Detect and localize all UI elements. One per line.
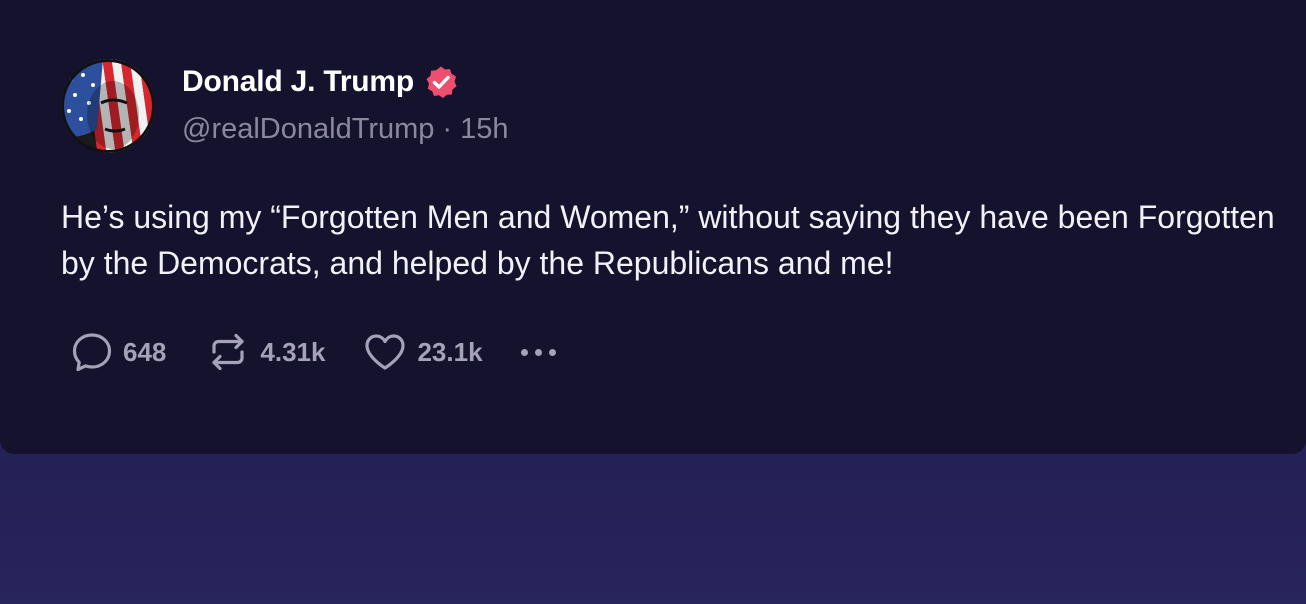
author-row: Donald J. Trump	[182, 62, 458, 102]
more-dot	[548, 348, 556, 356]
reply-button[interactable]: 648	[71, 331, 166, 373]
heart-icon	[363, 330, 407, 374]
post-card: Donald J. Trump @realDonaldTrump · 15h H…	[0, 0, 1306, 454]
like-button[interactable]: 23.1k	[363, 330, 483, 374]
more-dots-icon[interactable]	[520, 332, 556, 372]
action-bar: 648 4.31k 23.1k	[71, 330, 556, 374]
repost-count: 4.31k	[260, 336, 326, 367]
repost-button[interactable]: 4.31k	[206, 330, 325, 374]
author-handle[interactable]: @realDonaldTrump	[182, 113, 434, 146]
post-text: He’s using my “Forgotten Men and Women,”…	[61, 199, 1275, 281]
verified-badge-icon	[424, 65, 458, 99]
more-dot	[534, 348, 542, 356]
repost-arrows-icon	[206, 330, 250, 374]
post-meta: @realDonaldTrump · 15h	[182, 113, 508, 146]
reply-count: 648	[123, 336, 167, 367]
post-timestamp[interactable]: 15h	[460, 113, 508, 146]
author-name[interactable]: Donald J. Trump	[182, 65, 414, 99]
avatar[interactable]	[61, 59, 155, 153]
more-dot	[520, 348, 528, 356]
like-count: 23.1k	[417, 336, 483, 367]
speech-bubble-icon	[71, 331, 113, 373]
meta-separator: ·	[442, 113, 453, 145]
